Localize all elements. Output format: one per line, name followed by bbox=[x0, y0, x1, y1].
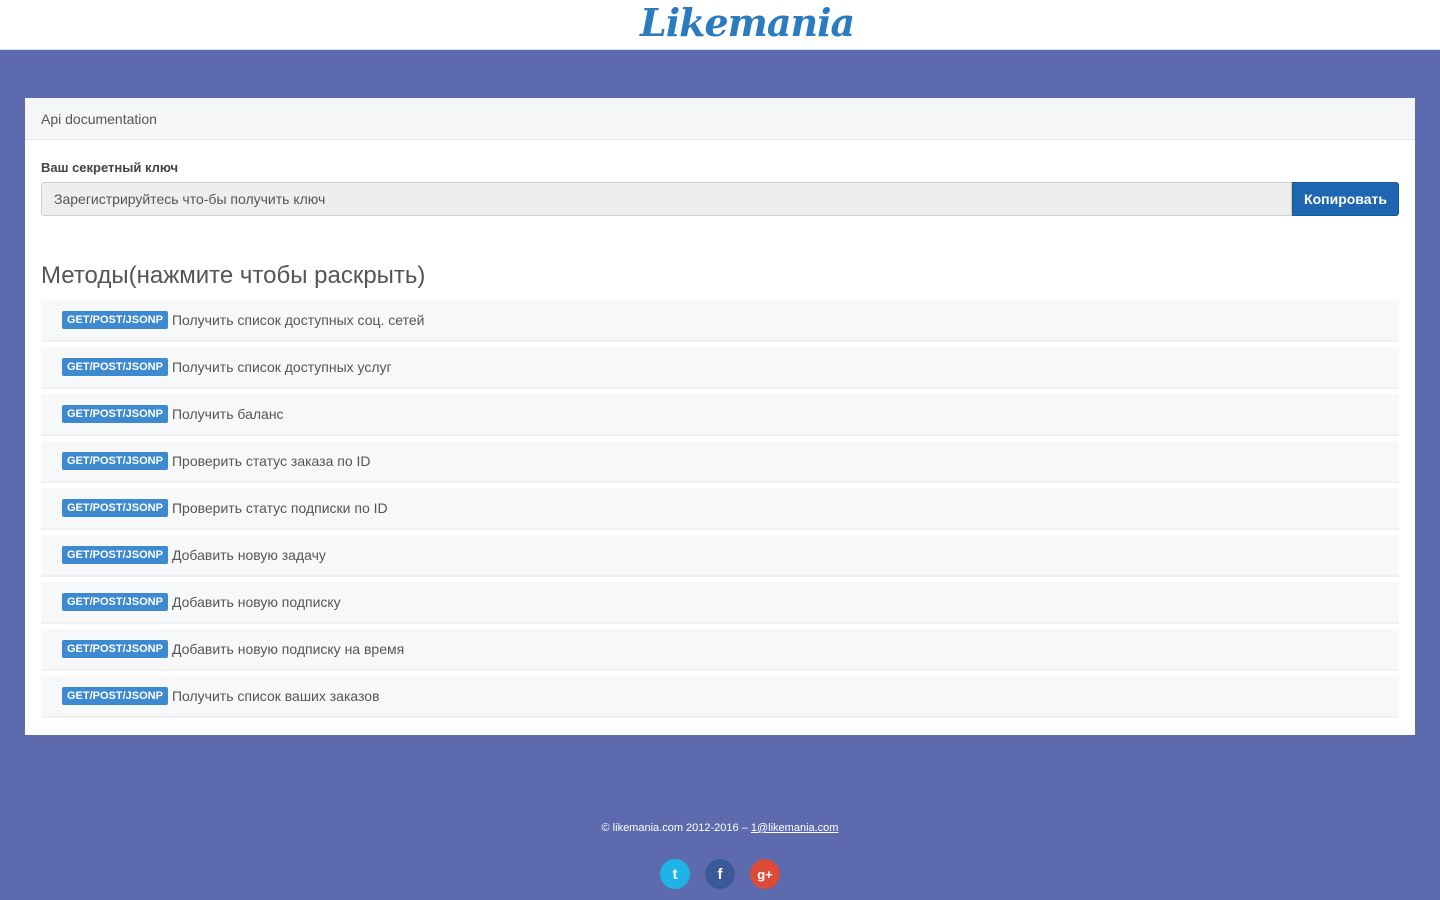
http-method-badge: GET/POST/JSONP bbox=[62, 593, 168, 611]
twitter-icon[interactable]: t bbox=[660, 859, 690, 889]
method-item[interactable]: GET/POST/JSONP Проверить статус подписки… bbox=[41, 488, 1399, 530]
method-label: Получить баланс bbox=[171, 406, 284, 422]
method-label: Получить список доступных услуг bbox=[171, 359, 392, 375]
panel-title: Api documentation bbox=[25, 98, 1415, 140]
method-label: Добавить новую подписку bbox=[171, 594, 341, 610]
http-method-badge: GET/POST/JSONP bbox=[62, 546, 168, 564]
facebook-icon[interactable]: f bbox=[705, 859, 735, 889]
method-label: Получить список ваших заказов bbox=[171, 688, 380, 704]
google-plus-icon[interactable]: g+ bbox=[750, 859, 780, 889]
http-method-badge: GET/POST/JSONP bbox=[62, 311, 168, 329]
http-method-badge: GET/POST/JSONP bbox=[62, 452, 168, 470]
methods-title: Методы(нажмите чтобы раскрыть) bbox=[41, 262, 426, 289]
likemania-logo[interactable]: Likemania bbox=[640, 0, 855, 48]
methods-list: GET/POST/JSONP Получить список доступных… bbox=[41, 300, 1399, 723]
social-links: t f g+ bbox=[660, 859, 780, 889]
method-label: Получить список доступных соц. сетей bbox=[171, 312, 425, 328]
http-method-badge: GET/POST/JSONP bbox=[62, 499, 168, 517]
footer-copyright: © likemania.com 2012-2016 – 1@likemania.… bbox=[0, 822, 1440, 834]
secret-key-row: Зарегистрируйтесь что-бы получить ключ К… bbox=[41, 182, 1399, 216]
method-item[interactable]: GET/POST/JSONP Получить список доступных… bbox=[41, 347, 1399, 389]
copyright-text: © likemania.com 2012-2016 – bbox=[601, 822, 751, 834]
method-item[interactable]: GET/POST/JSONP Добавить новую задачу bbox=[41, 535, 1399, 577]
method-item[interactable]: GET/POST/JSONP Получить список доступных… bbox=[41, 300, 1399, 342]
method-label: Добавить новую задачу bbox=[171, 547, 326, 563]
http-method-badge: GET/POST/JSONP bbox=[62, 405, 168, 423]
method-item[interactable]: GET/POST/JSONP Проверить статус заказа п… bbox=[41, 441, 1399, 483]
method-item[interactable]: GET/POST/JSONP Добавить новую подписку bbox=[41, 582, 1399, 624]
secret-key-field[interactable]: Зарегистрируйтесь что-бы получить ключ bbox=[41, 182, 1292, 216]
method-label: Добавить новую подписку на время bbox=[171, 641, 405, 657]
contact-email-link[interactable]: 1@likemania.com bbox=[751, 822, 839, 834]
method-item[interactable]: GET/POST/JSONP Добавить новую подписку н… bbox=[41, 629, 1399, 671]
http-method-badge: GET/POST/JSONP bbox=[62, 640, 168, 658]
http-method-badge: GET/POST/JSONP bbox=[62, 358, 168, 376]
copy-button[interactable]: Копировать bbox=[1292, 182, 1399, 216]
http-method-badge: GET/POST/JSONP bbox=[62, 687, 168, 705]
method-item[interactable]: GET/POST/JSONP Получить баланс bbox=[41, 394, 1399, 436]
secret-key-label: Ваш секретный ключ bbox=[41, 160, 179, 175]
api-doc-panel: Api documentation Ваш секретный ключ Зар… bbox=[25, 98, 1415, 735]
method-label: Проверить статус подписки по ID bbox=[171, 500, 388, 516]
site-header: Likemania bbox=[0, 0, 1440, 50]
method-label: Проверить статус заказа по ID bbox=[171, 453, 371, 469]
method-item[interactable]: GET/POST/JSONP Получить список ваших зак… bbox=[41, 676, 1399, 718]
